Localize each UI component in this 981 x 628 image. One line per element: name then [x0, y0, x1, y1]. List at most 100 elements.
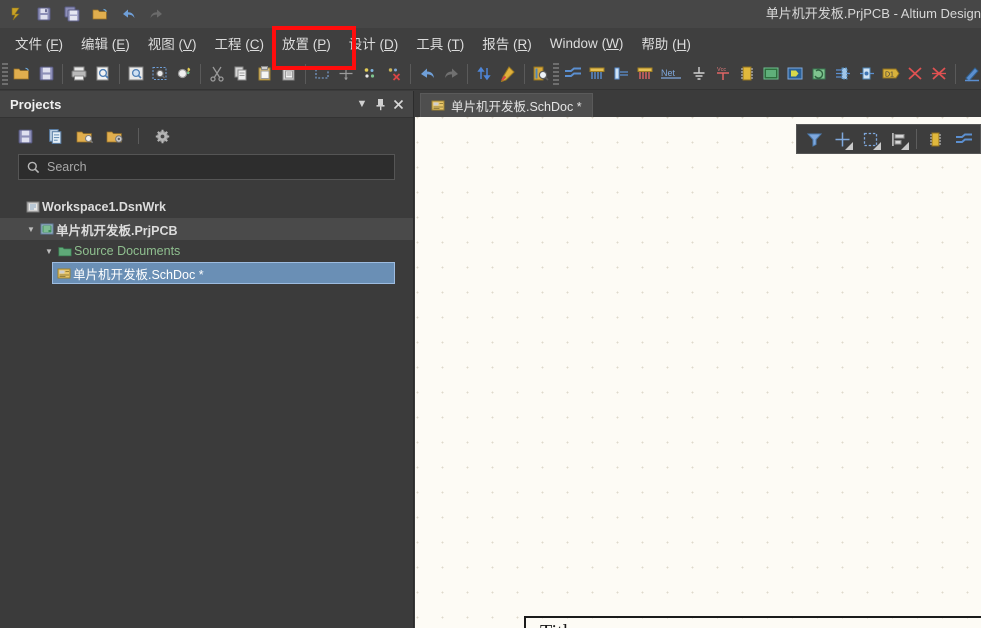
- place-wire-icon[interactable]: [950, 126, 976, 152]
- panel-settings-icon[interactable]: [151, 125, 173, 147]
- save-all-icon[interactable]: [59, 2, 85, 26]
- tree-label-workspace: Workspace1.DsnWrk: [42, 200, 166, 214]
- cross-probe-icon[interactable]: [496, 61, 520, 87]
- place-sheet-entry-icon[interactable]: [783, 61, 807, 87]
- panel-close-icon[interactable]: [389, 95, 407, 113]
- drawing-tools-icon[interactable]: [960, 61, 981, 87]
- place-port-icon[interactable]: D1: [879, 61, 903, 87]
- copy-icon[interactable]: [229, 61, 253, 87]
- menu-accel-file: F: [50, 37, 59, 52]
- align-icon[interactable]: [885, 126, 911, 152]
- zoom-area-icon[interactable]: [148, 61, 172, 87]
- redo-icon[interactable]: [143, 2, 169, 26]
- clear-selection-icon[interactable]: [382, 61, 406, 87]
- print-icon[interactable]: [67, 61, 91, 87]
- menu-item-file[interactable]: 文件 (F): [6, 29, 72, 57]
- save-document-icon[interactable]: [34, 61, 58, 87]
- menu-label-help: 帮助: [641, 37, 669, 52]
- tab-schdoc[interactable]: 单片机开发板.SchDoc *: [420, 93, 593, 117]
- tree-toggle-source-documents[interactable]: ▼: [42, 247, 56, 256]
- menu-accel-reports: R: [517, 37, 528, 52]
- place-signal-harness-icon[interactable]: [609, 61, 633, 87]
- menu-label-file: 文件: [15, 37, 42, 52]
- tree-item-project[interactable]: ▼ 单片机开发板.PrjPCB: [0, 218, 413, 240]
- selection-box-icon[interactable]: [857, 126, 883, 152]
- tree-item-source-documents[interactable]: ▼ Source Documents: [0, 240, 413, 262]
- panel-pin-icon[interactable]: [371, 95, 389, 113]
- harness-entry-icon[interactable]: [855, 61, 879, 87]
- menu-item-edit[interactable]: 编辑 (E): [72, 29, 139, 57]
- filter-icon[interactable]: [801, 126, 827, 152]
- menu-item-help[interactable]: 帮助 (H): [632, 29, 700, 57]
- project-tree: Workspace1.DsnWrk ▼ 单片机开发板.PrjPCB ▼ Sour…: [0, 196, 413, 628]
- altium-logo-icon[interactable]: [3, 2, 29, 26]
- save-icon[interactable]: [31, 2, 57, 26]
- menu-item-view[interactable]: 视图 (V): [139, 29, 206, 57]
- toolbar-separator: [955, 63, 956, 84]
- undo-icon[interactable]: [415, 61, 439, 87]
- menu-label-project: 工程: [214, 37, 242, 52]
- menu-label-window: Window: [549, 35, 598, 51]
- toolbar-separator: [467, 63, 468, 84]
- menu-label-tools: 工具: [416, 37, 444, 52]
- search-box[interactable]: [18, 154, 395, 180]
- harness-connector-icon[interactable]: [831, 61, 855, 87]
- workspace-icon: [24, 200, 42, 214]
- menu-item-project[interactable]: 工程 (C): [206, 29, 274, 57]
- place-part-icon[interactable]: [735, 61, 759, 87]
- save-project-icon[interactable]: [14, 125, 36, 147]
- menu-item-reports[interactable]: 报告 (R): [473, 29, 541, 57]
- hierarchy-updown-icon[interactable]: [472, 61, 496, 87]
- menu-item-design[interactable]: 设计 (D): [340, 29, 408, 57]
- menu-item-tools[interactable]: 工具 (T): [407, 29, 473, 57]
- tree-item-schdoc[interactable]: 单片机开发板.SchDoc *: [52, 262, 395, 284]
- place-gnd-icon[interactable]: [687, 61, 711, 87]
- toolbar-separator: [62, 63, 63, 84]
- menu-accel-help: H: [676, 37, 687, 52]
- menu-accel-window: W: [606, 35, 619, 51]
- floating-toolbar-separator: [916, 129, 917, 149]
- place-bus-icon[interactable]: [585, 61, 609, 87]
- project-options-icon[interactable]: [104, 125, 126, 147]
- zoom-selected-icon[interactable]: [172, 61, 196, 87]
- project-icon: [38, 222, 56, 236]
- clear-no-erc-icon[interactable]: [927, 61, 951, 87]
- crosshair-icon[interactable]: [829, 126, 855, 152]
- panel-dropdown-icon[interactable]: ▼: [353, 95, 371, 113]
- tree-item-workspace[interactable]: Workspace1.DsnWrk: [0, 196, 413, 218]
- projects-panel-toolbar: [0, 118, 413, 154]
- place-sheet-symbol-icon[interactable]: [759, 61, 783, 87]
- tree-toggle-project[interactable]: ▼: [24, 225, 38, 234]
- menu-accel-tools: T: [451, 37, 460, 52]
- zoom-document-icon[interactable]: [124, 61, 148, 87]
- menu-item-place[interactable]: 放置 (P): [273, 29, 340, 57]
- print-preview-icon[interactable]: [91, 61, 115, 87]
- compile-project-icon[interactable]: [44, 125, 66, 147]
- deselect-icon[interactable]: [358, 61, 382, 87]
- select-area-icon[interactable]: [310, 61, 334, 87]
- menu-item-window[interactable]: Window (W): [541, 32, 633, 55]
- place-netlabel-icon[interactable]: Net: [657, 61, 687, 87]
- schematic-canvas[interactable]: Title: [415, 117, 981, 628]
- toolbar-grip[interactable]: [553, 62, 559, 85]
- place-vcc-icon[interactable]: Vcc: [711, 61, 735, 87]
- device-sheet-icon[interactable]: [807, 61, 831, 87]
- open-folder-icon[interactable]: [87, 2, 113, 26]
- browse-library-icon[interactable]: [529, 61, 553, 87]
- sheet-title-label: Title: [540, 621, 577, 628]
- open-project-icon[interactable]: [74, 125, 96, 147]
- place-bus-entry-icon[interactable]: [633, 61, 657, 87]
- cut-icon[interactable]: [205, 61, 229, 87]
- paste-special-icon[interactable]: [277, 61, 301, 87]
- redo-icon[interactable]: [439, 61, 463, 87]
- no-erc-icon[interactable]: [903, 61, 927, 87]
- place-wire-icon[interactable]: [561, 61, 585, 87]
- menu-label-edit: 编辑: [81, 37, 108, 52]
- move-selection-icon[interactable]: [334, 61, 358, 87]
- search-input[interactable]: [47, 160, 386, 174]
- undo-icon[interactable]: [115, 2, 141, 26]
- open-document-icon[interactable]: [10, 61, 34, 87]
- paste-icon[interactable]: [253, 61, 277, 87]
- place-part-icon[interactable]: [922, 126, 948, 152]
- toolbar-grip[interactable]: [2, 62, 8, 85]
